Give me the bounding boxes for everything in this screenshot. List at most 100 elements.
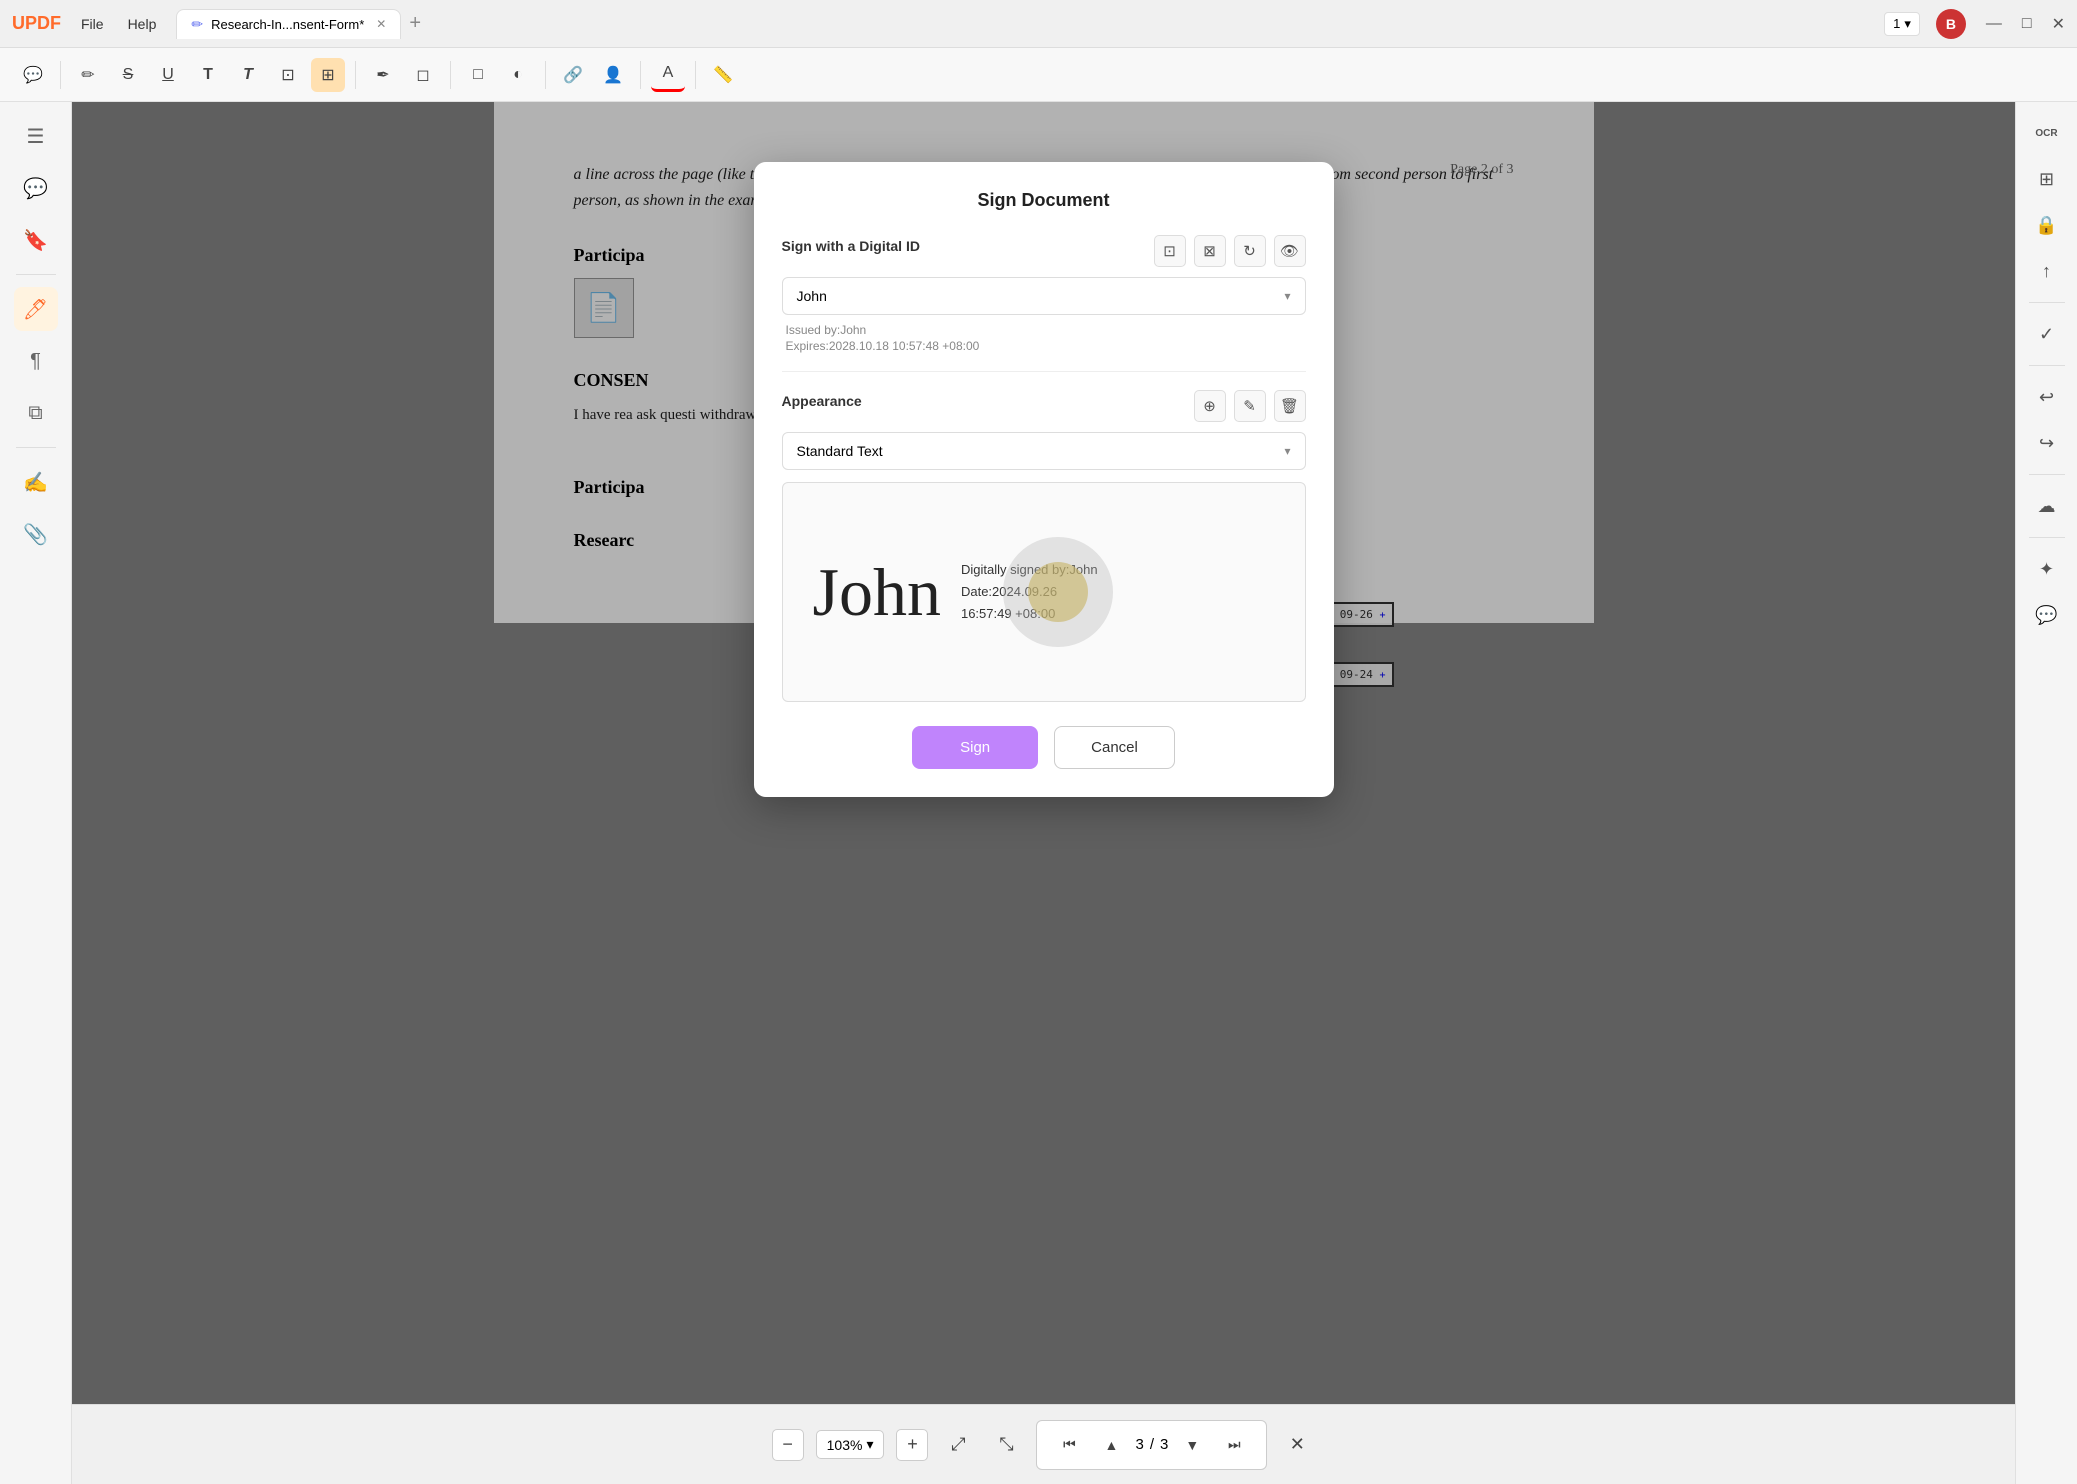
text-style-button[interactable]: T [231, 58, 265, 92]
left-sidebar: ☰ 💬 🔖 🖊 ¶ ⧉ ✍ 📎 [0, 102, 72, 1484]
appearance-header: Appearance ⊕ ✎ 🗑 [782, 390, 1306, 422]
right-chat-icon[interactable]: 💬 [2028, 596, 2066, 634]
appearance-value: Standard Text [797, 443, 883, 459]
right-undo-icon[interactable]: ↩ [2028, 378, 2066, 416]
modal-divider-1 [782, 371, 1306, 372]
app-logo: UPDF [12, 13, 61, 34]
appearance-add-icon[interactable]: ⊕ [1194, 390, 1226, 422]
pen-button[interactable]: ✒ [366, 58, 400, 92]
appearance-icon-group: ⊕ ✎ 🗑 [1194, 390, 1306, 422]
next-page-button[interactable]: ▼ [1174, 1427, 1210, 1463]
eraser-button[interactable]: ◻ [406, 58, 440, 92]
appearance-dropdown[interactable]: Standard Text ▾ [782, 432, 1306, 470]
fit-width-button[interactable]: ⤢ [940, 1427, 976, 1463]
zoom-dropdown-arrow: ▾ [866, 1436, 873, 1453]
digital-id-label: Sign with a Digital ID [782, 238, 920, 254]
maximize-button[interactable]: □ [2022, 15, 2032, 33]
page-nav-arrow[interactable]: ▾ [1904, 16, 1911, 32]
user-avatar[interactable]: B [1936, 9, 1966, 39]
strikethrough-button[interactable]: S [111, 58, 145, 92]
modal-title: Sign Document [782, 190, 1306, 211]
appearance-dropdown-arrow: ▾ [1284, 444, 1290, 458]
text-box-button[interactable]: ⊡ [271, 58, 305, 92]
zoom-plus-button[interactable]: + [896, 1429, 928, 1461]
right-ocr-icon[interactable]: OCR [2028, 114, 2066, 152]
sidebar-text-icon[interactable]: ¶ [14, 339, 58, 383]
issued-by-label: Issued by:John [782, 323, 1306, 337]
sidebar-highlight-icon[interactable]: 🖊 [14, 287, 58, 331]
appearance-delete-icon[interactable]: 🗑 [1274, 390, 1306, 422]
new-tab-button[interactable]: + [409, 12, 421, 35]
toolbar-sep-5 [640, 61, 641, 89]
right-form-icon[interactable]: ✓ [2028, 315, 2066, 353]
toolbar-sep-6 [695, 61, 696, 89]
prev-page-button[interactable]: ▲ [1093, 1427, 1129, 1463]
appearance-edit-icon[interactable]: ✎ [1234, 390, 1266, 422]
right-redo-icon[interactable]: ↪ [2028, 424, 2066, 462]
color-fill-button[interactable]: ◐ [501, 58, 535, 92]
text-type-button[interactable]: T [191, 58, 225, 92]
person-button[interactable]: 👤 [596, 58, 630, 92]
signature-preview: John Digitally signed by:John Date:2024.… [782, 482, 1306, 702]
comment-button[interactable]: 💬 [16, 58, 50, 92]
right-divider-4 [2029, 537, 2065, 538]
sidebar-bookmarks-icon[interactable]: 🔖 [14, 218, 58, 262]
menu-help[interactable]: Help [128, 16, 157, 32]
digital-id-dropdown-arrow: ▾ [1284, 289, 1290, 303]
right-export-icon[interactable]: ↑ [2028, 252, 2066, 290]
minimize-button[interactable]: — [1986, 15, 2002, 33]
right-protect-icon[interactable]: 🔒 [2028, 206, 2066, 244]
last-page-button[interactable]: ⏭ [1216, 1427, 1252, 1463]
highlight-button[interactable]: ✏ [71, 58, 105, 92]
sidebar-signature-icon[interactable]: ✍ [14, 460, 58, 504]
first-page-button[interactable]: ⏮ [1051, 1427, 1087, 1463]
sign-document-modal: Sign Document Sign with a Digital ID ⊡ ⊠… [754, 162, 1334, 797]
sidebar-attachments-icon[interactable]: 📎 [14, 512, 58, 556]
measure-button[interactable]: 📏 [706, 58, 740, 92]
sign-button[interactable]: Sign [912, 726, 1038, 769]
digital-id-view-icon[interactable]: 👁 [1274, 235, 1306, 267]
menu-file[interactable]: File [81, 16, 104, 32]
shape-button[interactable]: □ [461, 58, 495, 92]
page-total: 3 [1160, 1436, 1168, 1453]
toolbar-sep-4 [545, 61, 546, 89]
page-nav[interactable]: 1 ▾ [1884, 12, 1920, 36]
page-nav-value: 1 [1893, 16, 1900, 31]
menu-bar: File Help [81, 16, 156, 32]
digital-id-dropdown[interactable]: John ▾ [782, 277, 1306, 315]
tab-icon: ✏ [191, 16, 203, 33]
underline-button[interactable]: U [151, 58, 185, 92]
zoom-percentage: 103% [827, 1437, 863, 1453]
digital-id-add-icon[interactable]: ⊡ [1154, 235, 1186, 267]
close-button[interactable]: ✕ [2052, 14, 2065, 34]
active-tab[interactable]: ✏ Research-In...nsent-Form* ✕ [176, 9, 401, 39]
digital-id-export-icon[interactable]: ⊠ [1194, 235, 1226, 267]
right-share-icon[interactable]: ✦ [2028, 550, 2066, 588]
sig-circle-decoration [1003, 537, 1113, 647]
sidebar-pages-icon[interactable]: ☰ [14, 114, 58, 158]
zoom-minus-button[interactable]: − [772, 1429, 804, 1461]
main-toolbar: 💬 ✏ S U T T ⊡ ⊞ ✒ ◻ □ ◐ 🔗 👤 A 📏 [0, 48, 2077, 102]
tab-close-button[interactable]: ✕ [376, 17, 386, 31]
right-save-cloud-icon[interactable]: ☁ [2028, 487, 2066, 525]
close-bar-button[interactable]: ✕ [1279, 1427, 1315, 1463]
font-color-button[interactable]: A [651, 58, 685, 92]
fit-page-button[interactable]: ⤡ [988, 1427, 1024, 1463]
expires-label: Expires:2028.10.18 10:57:48 +08:00 [782, 339, 1306, 353]
zoom-value-display[interactable]: 103% ▾ [816, 1430, 885, 1459]
sidebar-comments-icon[interactable]: 💬 [14, 166, 58, 210]
page-separator: / [1150, 1436, 1154, 1453]
cancel-button[interactable]: Cancel [1054, 726, 1175, 769]
toolbar-sep-2 [355, 61, 356, 89]
toolbar-sep-1 [60, 61, 61, 89]
appearance-label: Appearance [782, 393, 862, 409]
right-compress-icon[interactable]: ⊞ [2028, 160, 2066, 198]
sidebar-layers-icon[interactable]: ⧉ [14, 391, 58, 435]
title-bar-right: 1 ▾ B — □ ✕ [1884, 9, 2065, 39]
text-wrap-button[interactable]: ⊞ [311, 58, 345, 92]
link-button[interactable]: 🔗 [556, 58, 590, 92]
digital-id-refresh-icon[interactable]: ↻ [1234, 235, 1266, 267]
page-input-group: ⏮ ▲ 3 / 3 ▼ ⏭ [1036, 1420, 1267, 1470]
right-divider-2 [2029, 365, 2065, 366]
title-bar: UPDF File Help ✏ Research-In...nsent-For… [0, 0, 2077, 48]
